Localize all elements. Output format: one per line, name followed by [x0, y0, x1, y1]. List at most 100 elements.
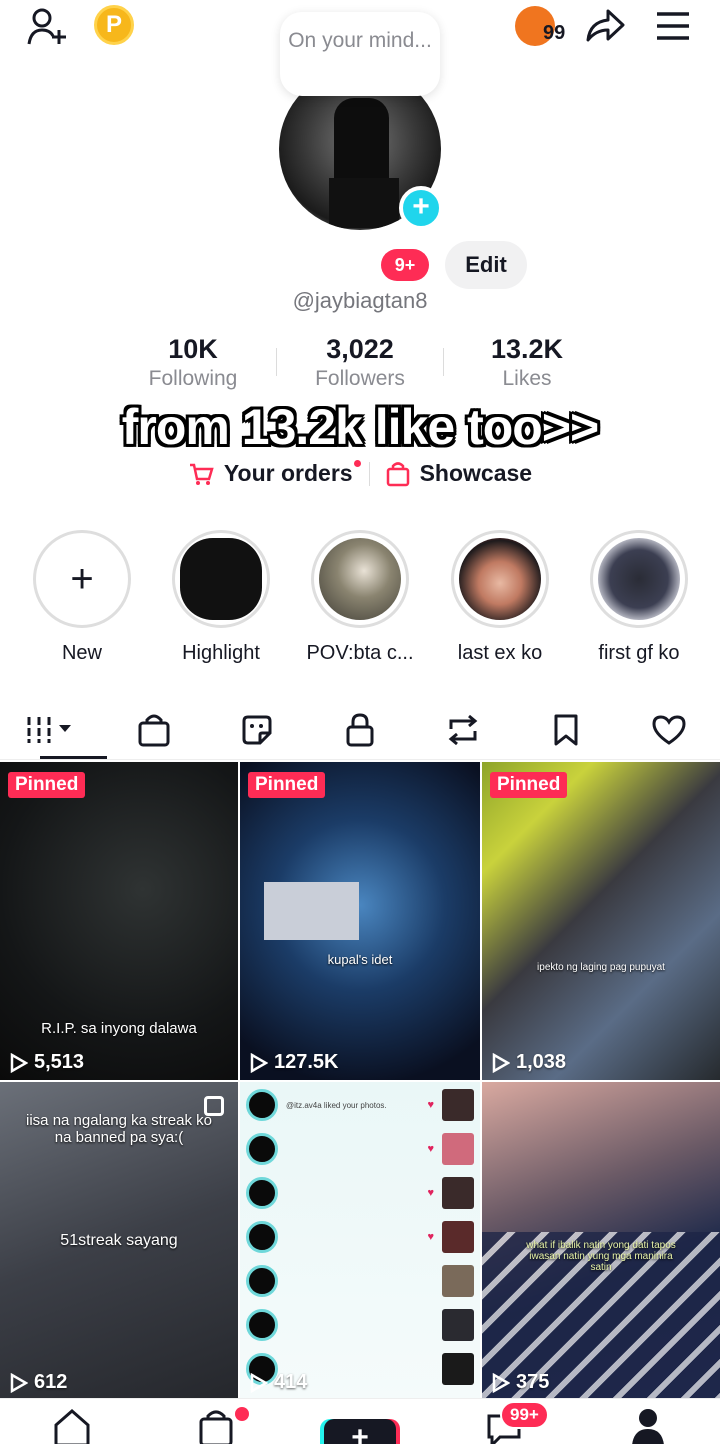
thumbnail: [442, 1177, 474, 1209]
highlight-label: New: [61, 642, 102, 664]
stat-following[interactable]: 10K Following: [110, 334, 276, 394]
video-thumbnail[interactable]: what if ibalik natin yong dati tapos iwa…: [482, 1082, 720, 1400]
stat-followers[interactable]: 3,022 Followers: [277, 334, 443, 394]
highlight-thumbnail: [459, 538, 541, 620]
profile-icon[interactable]: [630, 1407, 666, 1444]
thought-bubble[interactable]: On your mind...: [280, 12, 440, 96]
video-thumbnail[interactable]: Pinned ipekto ng laging pag pupuyat 1,03…: [482, 762, 720, 1080]
highlight-ring: +: [33, 530, 131, 628]
edit-profile-button[interactable]: Edit: [445, 241, 527, 289]
bag-icon: [386, 461, 409, 486]
view-count: 414: [250, 1371, 307, 1394]
divider: [368, 461, 370, 486]
highlight-label: first gf ko: [598, 642, 680, 664]
highlight-label: Highlight: [182, 642, 260, 664]
view-count-value: 375: [516, 1371, 550, 1393]
home-icon[interactable]: [52, 1407, 92, 1444]
highlight-ring: [172, 530, 270, 628]
tab-liked[interactable]: [617, 700, 720, 759]
showcase-link[interactable]: Showcase: [386, 460, 532, 487]
highlight-item[interactable]: first gf ko: [569, 530, 709, 665]
play-icon: [250, 1372, 268, 1393]
tab-shop[interactable]: [103, 700, 206, 759]
highlight-new[interactable]: + New: [12, 530, 152, 665]
thumbnail: [442, 1089, 474, 1121]
highlight-thumbnail: [598, 538, 680, 620]
video-caption: ipekto ng laging pag pupuyat: [537, 962, 665, 973]
your-orders-link[interactable]: Your orders: [188, 460, 361, 487]
shop-nav-icon[interactable]: [198, 1407, 234, 1444]
highlight-ring: [590, 530, 688, 628]
tab-favorites[interactable]: [514, 700, 617, 759]
profile-stats: 10K Following 3,022 Followers 13.2K Like…: [110, 334, 610, 394]
avatar: [246, 1265, 278, 1297]
create-button[interactable]: +: [324, 1419, 396, 1444]
pinned-badge: Pinned: [8, 772, 86, 798]
video-thumbnail[interactable]: iisa na ngalang ka streak ko na banned p…: [0, 1082, 238, 1400]
play-icon: [250, 1052, 268, 1073]
thumbnail: [442, 1221, 474, 1253]
video-caption-secondary: 51streak sayang: [60, 1232, 178, 1249]
stat-label: Followers: [315, 367, 405, 390]
stickers-icon: [242, 715, 272, 744]
bio-overlay-text: from 13.2k like too>>: [121, 399, 599, 455]
notification-badge[interactable]: 9+: [381, 249, 429, 281]
list-item: ♥: [246, 1130, 474, 1168]
story-highlights: + New Highlight POV:bta c... last ex ko …: [0, 530, 720, 670]
profile-links: Your orders Showcase: [0, 460, 720, 487]
heart-icon: ♥: [427, 1099, 434, 1111]
bottom-nav: + 99+: [0, 1398, 720, 1444]
thumbnail: [442, 1265, 474, 1297]
video-thumbnail[interactable]: @itz.av4a liked your photos. ♥ ♥ ♥ ♥ 414: [240, 1082, 480, 1400]
play-icon: [492, 1052, 510, 1073]
stat-likes[interactable]: 13.2K Likes: [444, 334, 610, 394]
avatar: [246, 1177, 278, 1209]
list-item: ♥: [246, 1218, 474, 1256]
menu-icon[interactable]: [654, 10, 692, 42]
share-icon[interactable]: [584, 6, 626, 46]
view-count-value: 5,513: [34, 1051, 85, 1073]
heart-icon: [652, 714, 686, 745]
avatar: [246, 1309, 278, 1341]
view-count-value: 414: [274, 1371, 308, 1393]
username: @jaybiagtan8: [292, 288, 428, 313]
highlight-label: POV:bta c...: [306, 642, 414, 664]
tab-private[interactable]: [309, 700, 412, 759]
repost-icon: [448, 714, 478, 745]
tab-reposts[interactable]: [411, 700, 514, 759]
your-orders-label: Your orders: [223, 460, 353, 486]
embedded-photo: [264, 882, 359, 940]
heart-icon: ♥: [427, 1187, 434, 1199]
highlight-ring: [451, 530, 549, 628]
profile-tabs: [0, 700, 720, 760]
view-count: 5,513: [10, 1051, 84, 1074]
add-friend-icon[interactable]: [26, 6, 68, 48]
heart-icon: ♥: [427, 1231, 434, 1243]
shop-icon: [138, 714, 170, 746]
highlight-item[interactable]: POV:bta c...: [290, 530, 430, 665]
view-count: 1,038: [492, 1051, 566, 1074]
tab-videos[interactable]: [0, 700, 107, 759]
highlight-item[interactable]: last ex ko: [430, 530, 570, 665]
coins-icon[interactable]: 99: [515, 4, 565, 48]
video-thumbnail[interactable]: Pinned R.I.P. sa inyong dalawa 5,513: [0, 762, 238, 1080]
cart-icon: [189, 463, 214, 485]
points-coin-icon[interactable]: P: [94, 5, 134, 45]
avatar: [246, 1089, 278, 1121]
plus-icon: +: [41, 538, 123, 620]
view-count-value: 127.5K: [274, 1051, 339, 1073]
add-story-button[interactable]: +: [399, 186, 443, 230]
tab-stickers[interactable]: [206, 700, 309, 759]
bookmark-icon: [554, 714, 578, 745]
highlight-item[interactable]: Highlight: [151, 530, 291, 665]
view-count: 612: [10, 1371, 67, 1394]
list-item: ♥: [246, 1174, 474, 1212]
play-icon: [492, 1372, 510, 1393]
heart-icon: ♥: [427, 1143, 434, 1155]
lock-icon: [346, 712, 374, 746]
list-item: @itz.av4a liked your photos. ♥: [246, 1086, 474, 1124]
avatar: [246, 1221, 278, 1253]
video-caption: iisa na ngalang ka streak ko na banned p…: [26, 1112, 212, 1146]
view-count: 375: [492, 1371, 549, 1394]
video-thumbnail[interactable]: Pinned kupal's idet 127.5K: [240, 762, 480, 1080]
